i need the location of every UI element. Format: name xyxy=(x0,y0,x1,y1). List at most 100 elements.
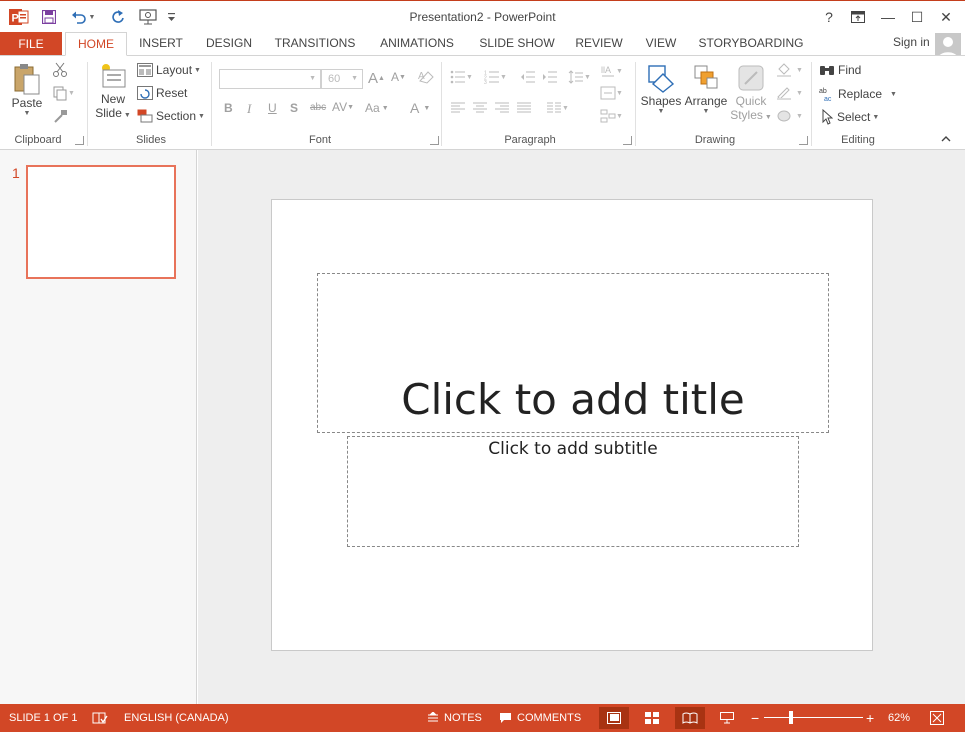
shapes-button[interactable]: Shapes ▼ xyxy=(641,62,681,115)
font-size-combo[interactable]: 60 ▼ xyxy=(321,69,363,89)
align-text-button[interactable]: ▼ xyxy=(600,86,623,100)
italic-button[interactable]: I xyxy=(247,101,251,117)
paste-button[interactable]: Paste ▼ xyxy=(10,62,44,117)
font-dialog-launcher[interactable] xyxy=(430,136,439,145)
text-direction-icon: llA xyxy=(601,65,614,77)
paragraph-dialog-launcher[interactable] xyxy=(623,136,632,145)
replace-button[interactable]: ab ac Replace ▼ xyxy=(819,86,897,102)
shape-fill-button[interactable]: ▼ xyxy=(776,63,803,77)
fit-slide-button[interactable] xyxy=(930,704,944,732)
collapse-ribbon-button[interactable] xyxy=(941,135,951,142)
title-placeholder[interactable]: Click to add title xyxy=(317,273,829,433)
line-spacing-button[interactable]: ▼ xyxy=(568,70,591,84)
comments-button[interactable]: COMMENTS xyxy=(499,704,581,732)
drawing-dialog-launcher[interactable] xyxy=(799,136,808,145)
justify-button[interactable] xyxy=(516,102,532,114)
tab-file[interactable]: FILE xyxy=(0,32,62,56)
sign-in-link[interactable]: Sign in xyxy=(893,35,930,49)
slide-show-button[interactable] xyxy=(712,707,742,729)
find-button[interactable]: Find xyxy=(819,63,861,77)
text-direction-button[interactable]: llA ▼ xyxy=(600,63,623,79)
notes-button[interactable]: NOTES xyxy=(427,704,482,732)
font-color-button[interactable]: A ▼ xyxy=(410,100,430,116)
tab-animations[interactable]: ANIMATIONS xyxy=(372,32,462,56)
reset-button[interactable]: Reset xyxy=(137,86,187,100)
zoom-slider-track[interactable] xyxy=(764,717,863,718)
help-button[interactable]: ? xyxy=(816,6,842,28)
paint-bucket-icon xyxy=(777,63,791,77)
select-label: Select xyxy=(837,110,871,124)
format-painter-button[interactable] xyxy=(52,108,68,124)
tab-view[interactable]: VIEW xyxy=(640,32,682,56)
decrease-indent-button[interactable] xyxy=(520,70,536,84)
numbering-button[interactable]: 1 2 3 ▼ xyxy=(484,70,507,85)
binoculars-icon xyxy=(820,66,834,75)
increase-indent-icon xyxy=(543,71,557,83)
svg-text:3: 3 xyxy=(484,80,487,84)
bold-button[interactable]: B xyxy=(224,101,233,115)
zoom-slider-thumb[interactable] xyxy=(789,711,793,724)
close-button[interactable]: ✕ xyxy=(933,6,959,28)
shape-outline-button[interactable]: ▼ xyxy=(776,86,803,100)
tab-insert[interactable]: INSERT xyxy=(134,32,188,56)
convert-to-smartart-button[interactable]: ▼ xyxy=(600,109,623,123)
align-right-button[interactable] xyxy=(494,102,510,114)
svg-text:ac: ac xyxy=(824,96,832,102)
slide-thumbnail[interactable] xyxy=(26,165,176,279)
tab-storyboarding[interactable]: STORYBOARDING xyxy=(696,32,806,56)
font-size-value: 60 xyxy=(328,73,341,85)
ribbon-display-options-button[interactable] xyxy=(845,6,871,28)
shapes-icon xyxy=(648,65,675,93)
layout-icon xyxy=(137,63,153,77)
align-left-button[interactable] xyxy=(450,102,466,114)
zoom-out-button[interactable]: − xyxy=(751,704,759,732)
columns-button[interactable]: ▼ xyxy=(546,102,569,114)
replace-icon: abac xyxy=(819,88,832,102)
layout-button[interactable]: Layout ▼ xyxy=(137,63,201,77)
subtitle-placeholder[interactable]: Click to add subtitle xyxy=(347,436,799,547)
tab-review[interactable]: REVIEW xyxy=(572,32,626,56)
zoom-in-button[interactable]: + xyxy=(866,704,874,732)
align-center-button[interactable] xyxy=(472,102,488,114)
paste-icon xyxy=(14,64,40,95)
spell-check-icon[interactable] xyxy=(92,704,108,732)
minimize-button[interactable]: — xyxy=(875,6,901,28)
new-slide-button[interactable]: New Slide ▼ xyxy=(95,62,131,120)
zoom-level[interactable]: 62% xyxy=(888,704,910,732)
change-case-button[interactable]: Aa ▼ xyxy=(365,101,389,115)
font-name-combo[interactable]: ▼ xyxy=(219,69,321,89)
section-button[interactable]: Section ▼ xyxy=(137,109,205,123)
reading-view-button[interactable] xyxy=(675,707,705,729)
align-center-icon xyxy=(473,102,487,113)
bullets-button[interactable]: ▼ xyxy=(450,70,473,84)
shape-effects-button[interactable]: ▼ xyxy=(776,109,803,123)
normal-view-button[interactable] xyxy=(599,707,629,729)
tab-design[interactable]: DESIGN xyxy=(200,32,258,56)
text-shadow-button[interactable]: S xyxy=(290,101,298,115)
cut-button[interactable] xyxy=(52,62,68,78)
copy-button[interactable]: ▼ xyxy=(52,85,75,101)
shrink-font-button[interactable]: A ▼ xyxy=(391,70,406,84)
maximize-button[interactable]: ☐ xyxy=(904,6,930,28)
slide-canvas[interactable]: Click to add title Click to add subtitle xyxy=(271,199,873,651)
editing-group-label: Editing xyxy=(841,134,875,146)
arrange-button[interactable]: Arrange ▼ xyxy=(683,62,729,115)
clear-formatting-button[interactable]: A xyxy=(418,69,436,85)
select-button[interactable]: Select ▼ xyxy=(821,109,879,125)
svg-text:ab: ab xyxy=(819,88,827,95)
underline-button[interactable]: U xyxy=(268,101,277,115)
language-indicator[interactable]: ENGLISH (CANADA) xyxy=(124,704,229,732)
increase-indent-button[interactable] xyxy=(542,70,558,84)
tab-home[interactable]: HOME xyxy=(65,32,127,56)
strikethrough-button[interactable]: abc xyxy=(310,102,326,113)
slide-sorter-view-button[interactable] xyxy=(637,707,667,729)
group-divider xyxy=(211,62,212,146)
tab-transitions[interactable]: TRANSITIONS xyxy=(271,32,359,56)
tab-slide-show[interactable]: SLIDE SHOW xyxy=(474,32,560,56)
grow-font-button[interactable]: A ▲ xyxy=(368,70,385,87)
bullets-icon xyxy=(450,70,465,84)
clipboard-dialog-launcher[interactable] xyxy=(75,136,84,145)
arrange-label: Arrange xyxy=(684,94,728,108)
character-spacing-button[interactable]: AV ▼ xyxy=(332,100,354,114)
quick-styles-button[interactable]: Quick Styles ▼ xyxy=(730,62,772,122)
